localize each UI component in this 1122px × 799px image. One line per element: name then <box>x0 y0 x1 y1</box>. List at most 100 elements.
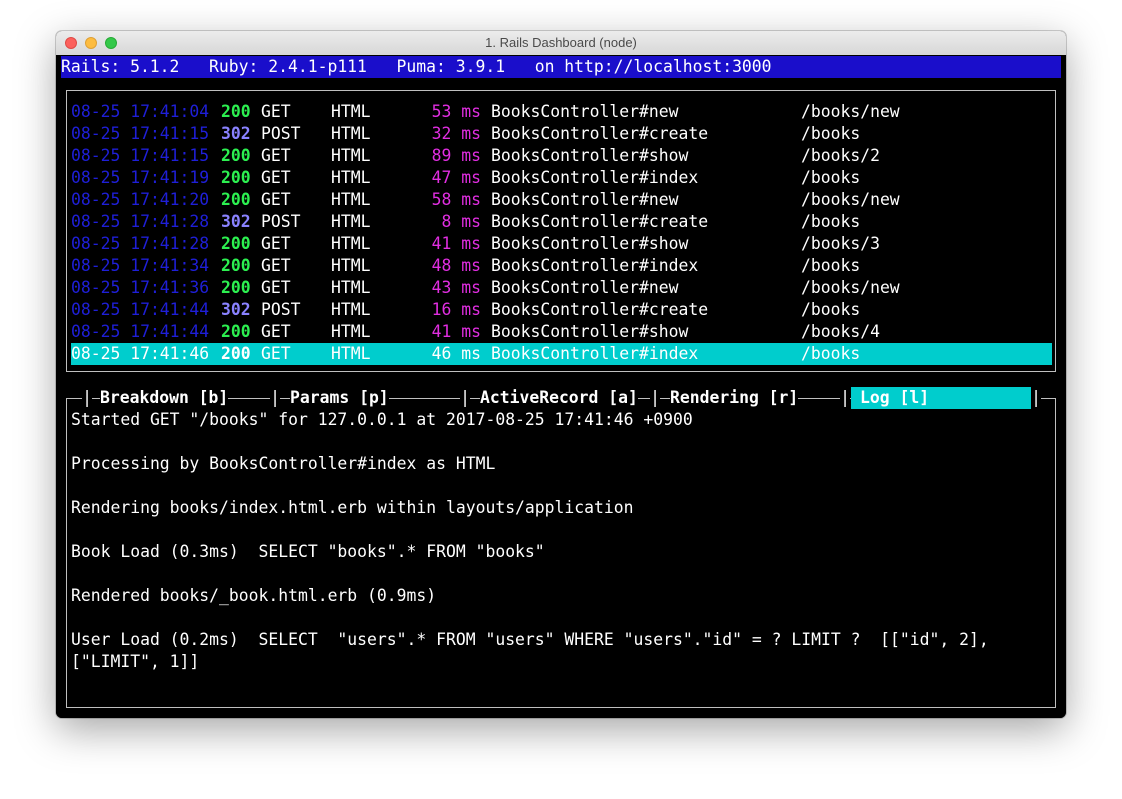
log-line: Started GET "/books" for 127.0.0.1 at 20… <box>71 410 693 429</box>
request-row[interactable]: 08-25 17:41:15 302 POST HTML 32 ms BooksContr… <box>71 123 1052 145</box>
request-status: 200 <box>221 146 251 165</box>
log-line: Rendering books/index.html.erb within la… <box>71 498 634 517</box>
request-action: BooksController#create <box>491 124 709 143</box>
request-method: GET <box>261 234 291 253</box>
request-timestamp: 08-25 17:41:44 <box>71 300 210 319</box>
tab-separator: | <box>270 387 280 409</box>
terminal-window: 1. Rails Dashboard (node) Rails: 5.1.2 R… <box>56 31 1066 718</box>
request-row[interactable]: 08-25 17:41:28 200 GET HTML 41 ms BooksContro… <box>71 233 1052 255</box>
log-line: Processing by BooksController#index as H… <box>71 454 496 473</box>
request-row[interactable]: 08-25 17:41:20 200 GET HTML 58 ms BooksContro… <box>71 189 1052 211</box>
request-status: 200 <box>221 190 251 209</box>
log-line: ["LIMIT", 1]] <box>71 652 200 671</box>
request-duration: 47 ms <box>431 168 481 187</box>
request-action: BooksController#show <box>491 322 689 341</box>
request-format: HTML <box>331 322 371 341</box>
request-status: 200 <box>221 102 251 121</box>
tab-separator: | <box>1031 387 1041 409</box>
tab-rendering[interactable]: Rendering [r] <box>670 387 799 409</box>
log-output: Started GET "/books" for 127.0.0.1 at 20… <box>71 409 1051 673</box>
tab-breakdown[interactable]: Breakdown [b] <box>100 387 229 409</box>
request-timestamp: 08-25 17:41:15 <box>71 124 210 143</box>
request-duration: 41 ms <box>431 234 481 253</box>
request-format: HTML <box>331 124 371 143</box>
request-status: 200 <box>221 322 251 341</box>
request-action: BooksController#new <box>491 278 679 297</box>
request-method: POST <box>261 212 301 231</box>
request-timestamp: 08-25 17:41:28 <box>71 212 210 231</box>
puma-version: Puma: 3.9.1 <box>396 57 506 76</box>
request-method: POST <box>261 124 301 143</box>
request-format: HTML <box>331 168 371 187</box>
request-method: GET <box>261 322 291 341</box>
request-timestamp: 08-25 17:41:36 <box>71 278 210 297</box>
request-status: 200 <box>221 234 251 253</box>
request-action: BooksController#show <box>491 234 689 253</box>
request-duration: 46 ms <box>431 344 481 363</box>
tab-separator: | <box>840 387 850 409</box>
request-path: /books/new <box>801 190 900 209</box>
request-method: GET <box>261 102 291 121</box>
request-path: /books/3 <box>801 234 880 253</box>
log-line: User Load (0.2ms) SELECT "users".* FROM … <box>71 630 989 649</box>
tab-activerecord[interactable]: ActiveRecord [a] <box>480 387 638 409</box>
request-row[interactable]: 08-25 17:41:44 302 POST HTML 16 ms BooksContr… <box>71 299 1052 321</box>
request-method: POST <box>261 300 301 319</box>
request-row[interactable]: 08-25 17:41:19 200 GET HTML 47 ms BooksContro… <box>71 167 1052 189</box>
tab-separator: | <box>460 387 470 409</box>
request-duration: 32 ms <box>431 124 481 143</box>
title-bar: 1. Rails Dashboard (node) <box>56 31 1066 56</box>
request-path: /books/4 <box>801 322 880 341</box>
request-status: 200 <box>221 278 251 297</box>
detail-tabs: | Breakdown [b] | Params [p] | ActiveRec… <box>56 387 1066 409</box>
request-method: GET <box>261 256 291 275</box>
request-row[interactable]: 08-25 17:41:28 302 POST HTML 8 ms BooksContro… <box>71 211 1052 233</box>
request-status: 200 <box>221 344 251 363</box>
log-line: Rendered books/_book.html.erb (0.9ms) <box>71 586 437 605</box>
tab-separator: | <box>82 387 92 409</box>
request-format: HTML <box>331 212 371 231</box>
tab-log[interactable]: Log [l] <box>851 387 1031 409</box>
request-timestamp: 08-25 17:41:44 <box>71 322 210 341</box>
request-format: HTML <box>331 278 371 297</box>
request-format: HTML <box>331 102 371 121</box>
request-path: /books/new <box>801 102 900 121</box>
request-format: HTML <box>331 234 371 253</box>
request-format: HTML <box>331 344 371 363</box>
server-url: on http://localhost:3000 <box>534 57 772 76</box>
request-path: /books <box>801 300 861 319</box>
request-method: GET <box>261 278 291 297</box>
request-format: HTML <box>331 300 371 319</box>
request-row[interactable]: 08-25 17:41:15 200 GET HTML 89 ms BooksContro… <box>71 145 1052 167</box>
terminal-content: Rails: 5.1.2 Ruby: 2.4.1-p111 Puma: 3.9.… <box>56 55 1066 718</box>
request-row[interactable]: 08-25 17:41:44 200 GET HTML 41 ms BooksContro… <box>71 321 1052 343</box>
request-row-selected[interactable]: 08-25 17:41:46 200 GET HTML 46 ms BooksContro… <box>71 343 1052 365</box>
request-duration: 58 ms <box>431 190 481 209</box>
request-status: 302 <box>221 212 251 231</box>
request-duration: 89 ms <box>431 146 481 165</box>
request-path: /books <box>801 256 861 275</box>
request-duration: 53 ms <box>431 102 481 121</box>
request-method: GET <box>261 190 291 209</box>
request-duration: 16 ms <box>431 300 481 319</box>
request-timestamp: 08-25 17:41:15 <box>71 146 210 165</box>
request-row[interactable]: 08-25 17:41:36 200 GET HTML 43 ms BooksContro… <box>71 277 1052 299</box>
request-duration: 48 ms <box>431 256 481 275</box>
request-timestamp: 08-25 17:41:34 <box>71 256 210 275</box>
request-row[interactable]: 08-25 17:41:04 200 GET HTML 53 ms BooksContro… <box>71 101 1052 123</box>
log-line: Book Load (0.3ms) SELECT "books".* FROM … <box>71 542 545 561</box>
request-list[interactable]: 08-25 17:41:04 200 GET HTML 53 ms BooksContro… <box>71 101 1052 365</box>
request-status: 302 <box>221 300 251 319</box>
tab-separator: | <box>650 387 660 409</box>
request-action: BooksController#index <box>491 168 699 187</box>
request-status: 200 <box>221 256 251 275</box>
request-row[interactable]: 08-25 17:41:34 200 GET HTML 48 ms BooksContro… <box>71 255 1052 277</box>
request-timestamp: 08-25 17:41:04 <box>71 102 210 121</box>
request-action: BooksController#new <box>491 102 679 121</box>
rails-version: Rails: 5.1.2 <box>61 57 180 76</box>
tab-params[interactable]: Params [p] <box>290 387 389 409</box>
